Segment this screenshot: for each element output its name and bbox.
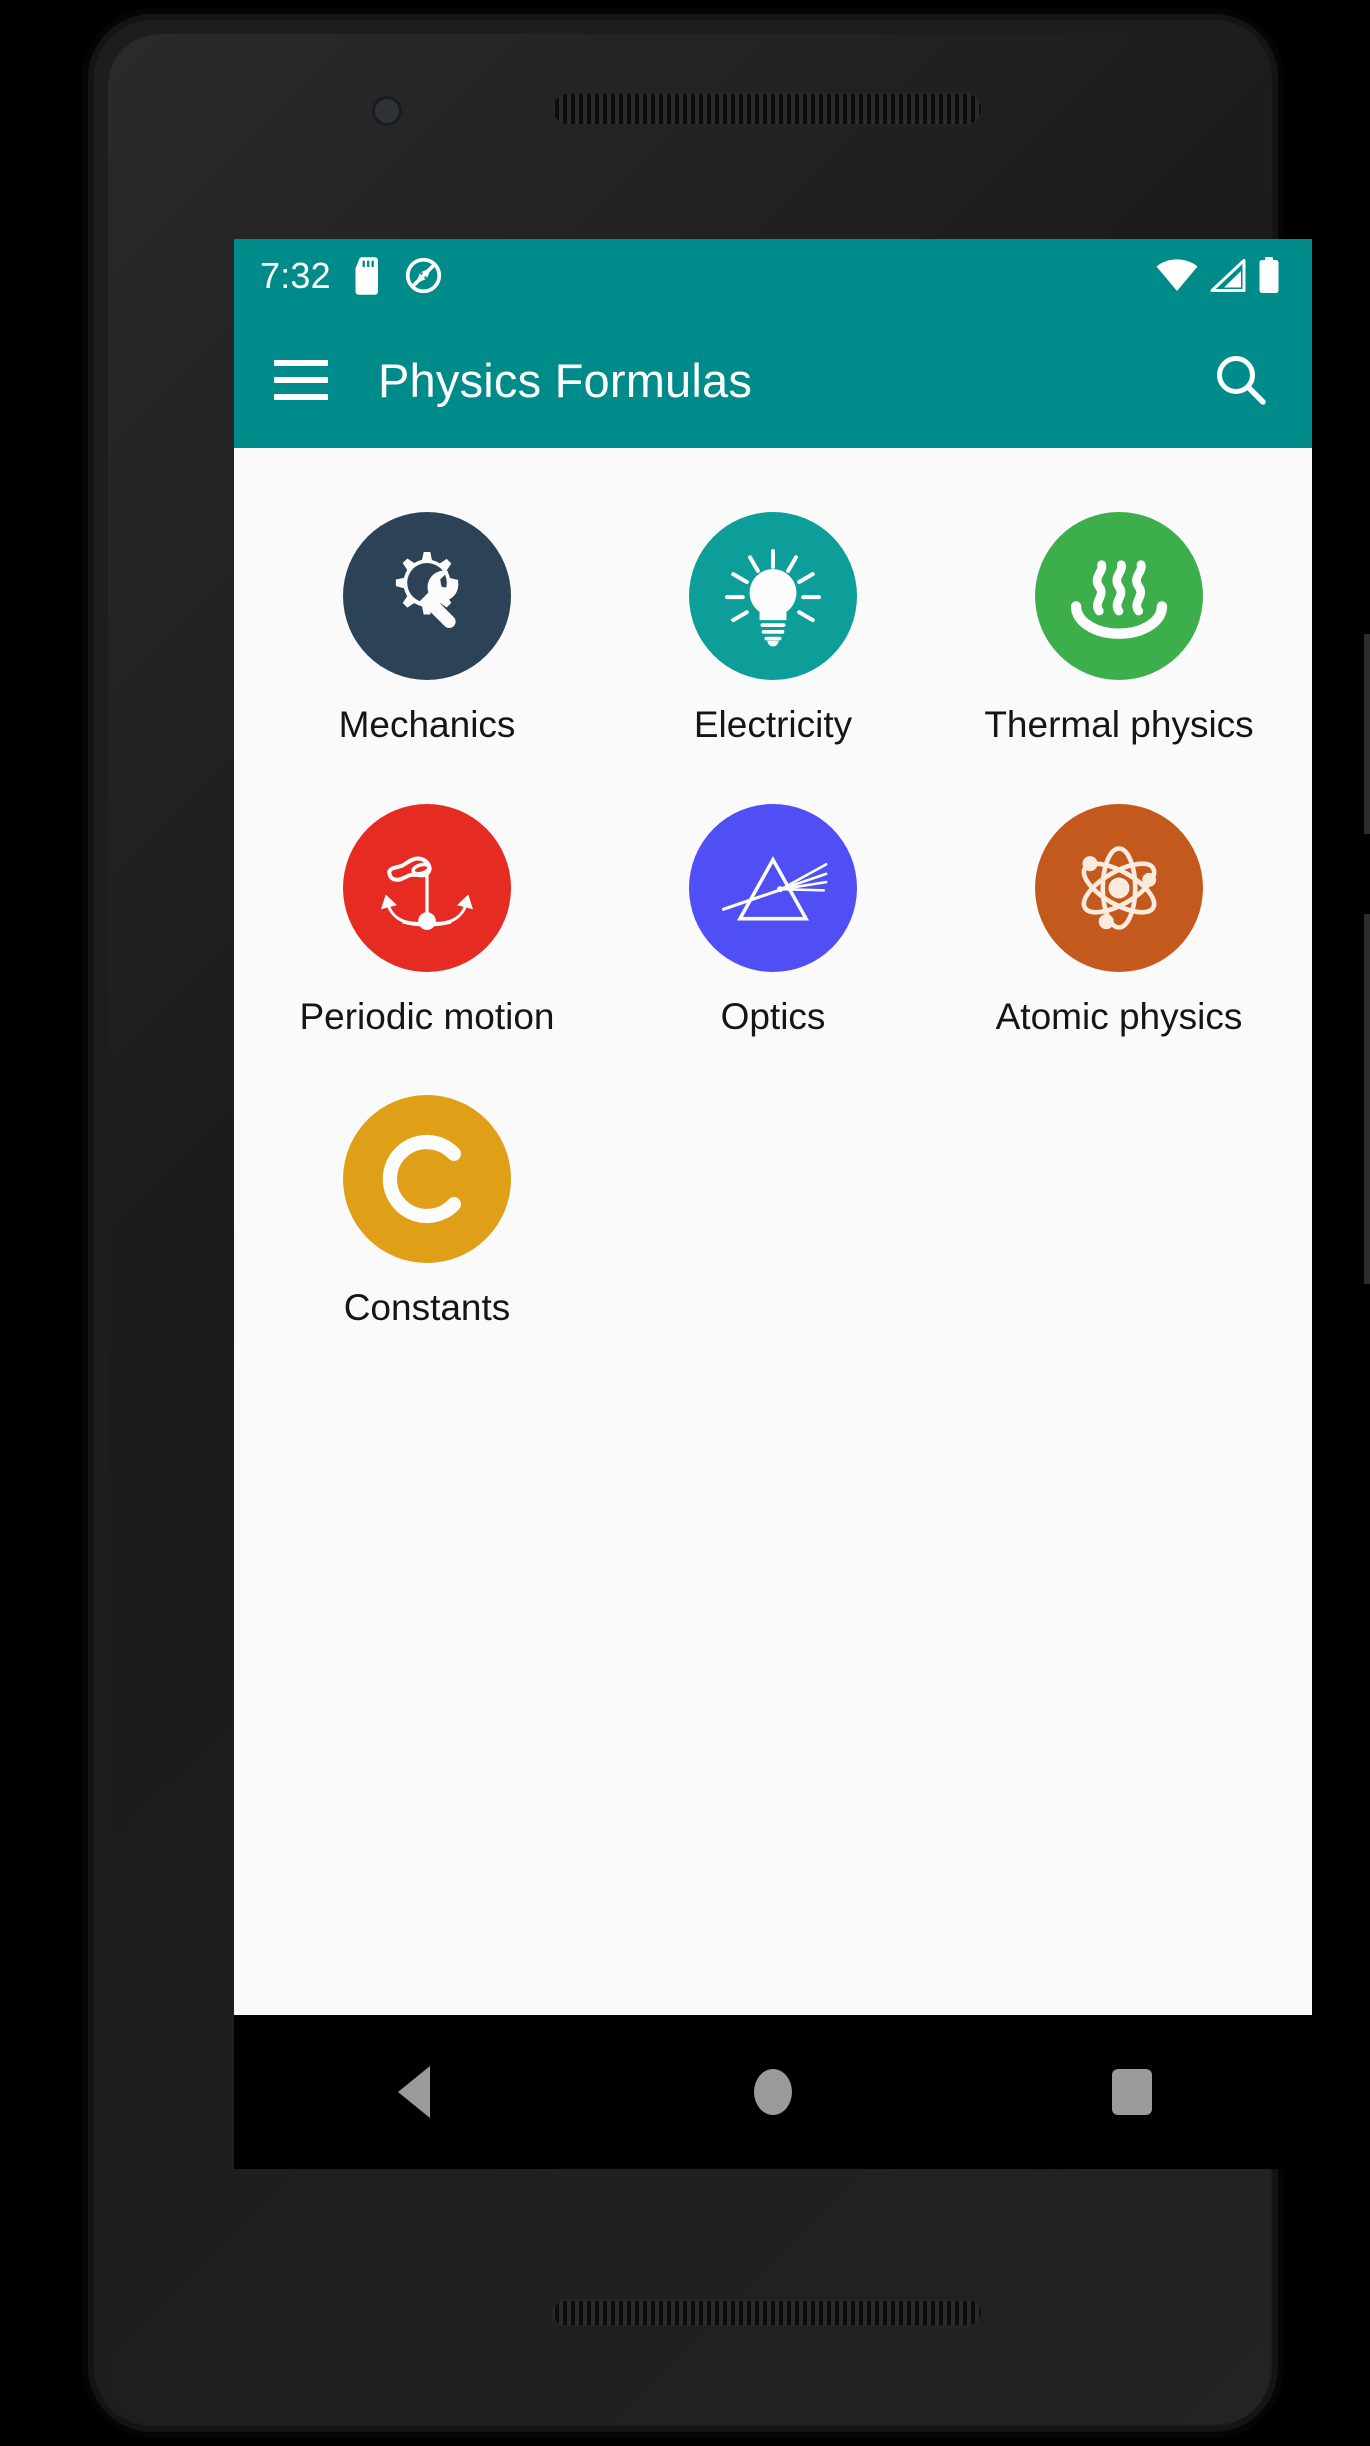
category-item-electricity[interactable]: Electricity <box>600 502 946 746</box>
letter-c-icon <box>382 1135 462 1224</box>
search-icon[interactable] <box>1208 347 1274 413</box>
hamburger-menu-icon[interactable] <box>274 349 336 411</box>
category-label: Electricity <box>693 704 853 745</box>
status-bar: 7:32 <box>234 239 1312 312</box>
search-glyph <box>1217 356 1266 405</box>
front-camera <box>372 96 402 126</box>
power-button[interactable] <box>1364 634 1370 834</box>
volume-button[interactable] <box>1364 914 1370 1284</box>
battery-full-icon <box>1259 257 1279 293</box>
category-icon-circle <box>343 1095 511 1264</box>
menu-bar-2 <box>274 377 328 383</box>
nav-back-button[interactable] <box>234 2015 593 2169</box>
category-icon-circle <box>689 512 857 680</box>
earpiece-speaker <box>551 92 983 126</box>
category-icon-circle <box>343 512 511 680</box>
square-recents-icon <box>1112 2069 1153 2115</box>
category-item-optics[interactable]: Optics <box>600 794 946 1038</box>
category-label: Constants <box>343 1287 511 1329</box>
cellular-signal-icon <box>1210 259 1246 292</box>
category-item-constants[interactable]: Constants <box>254 1085 600 1329</box>
phone-frame: 7:32 Physics Formulas Mechanics Electric… <box>88 14 1370 2432</box>
category-item-thermal-physics[interactable]: Thermal physics <box>946 502 1292 746</box>
bottom-speaker <box>551 2299 983 2327</box>
grid-empty-cell <box>946 1085 1292 1329</box>
page-title: Physics Formulas <box>378 353 753 407</box>
circle-home-icon <box>753 2069 792 2115</box>
pendulum-icon <box>380 856 474 930</box>
navigation-bar <box>234 2015 1312 2169</box>
triangle-back-icon <box>397 2066 430 2118</box>
location-off-icon <box>405 257 442 294</box>
phone-screen: 7:32 Physics Formulas Mechanics Electric… <box>234 239 1312 2169</box>
category-icon-circle <box>343 803 511 972</box>
nav-home-button[interactable] <box>593 2015 952 2169</box>
nav-recents-button[interactable] <box>953 2015 1312 2169</box>
category-label: Mechanics <box>338 704 516 745</box>
light-bulb-icon <box>725 549 821 647</box>
status-bar-left: 7:32 <box>260 255 442 297</box>
category-label: Optics <box>720 995 826 1037</box>
wifi-icon <box>1156 259 1198 291</box>
category-label: Periodic motion <box>299 995 555 1037</box>
category-item-mechanics[interactable]: Mechanics <box>254 502 600 746</box>
category-icon-circle <box>689 803 857 972</box>
status-bar-right <box>1156 257 1280 294</box>
atom-icon <box>1081 845 1157 930</box>
category-item-atomic-physics[interactable]: Atomic physics <box>946 794 1292 1038</box>
category-icon-circle <box>1035 803 1203 972</box>
status-clock: 7:32 <box>260 254 331 296</box>
category-item-periodic-motion[interactable]: Periodic motion <box>254 794 600 1038</box>
prism-icon <box>721 855 828 921</box>
content-area: Mechanics Electricity Thermal physics Pe… <box>234 448 1312 2015</box>
category-grid: Mechanics Electricity Thermal physics Pe… <box>234 502 1312 1329</box>
app-bar: Physics Formulas <box>234 312 1312 448</box>
grid-empty-cell <box>600 1085 946 1329</box>
gear-wrench-icon <box>395 552 459 629</box>
category-label: Thermal physics <box>984 704 1254 745</box>
hot-steam-icon <box>1070 560 1168 639</box>
sd-card-icon <box>355 256 378 295</box>
category-icon-circle <box>1035 512 1203 680</box>
menu-bar-1 <box>274 360 328 366</box>
category-label: Atomic physics <box>995 995 1243 1037</box>
menu-bar-3 <box>274 394 328 400</box>
